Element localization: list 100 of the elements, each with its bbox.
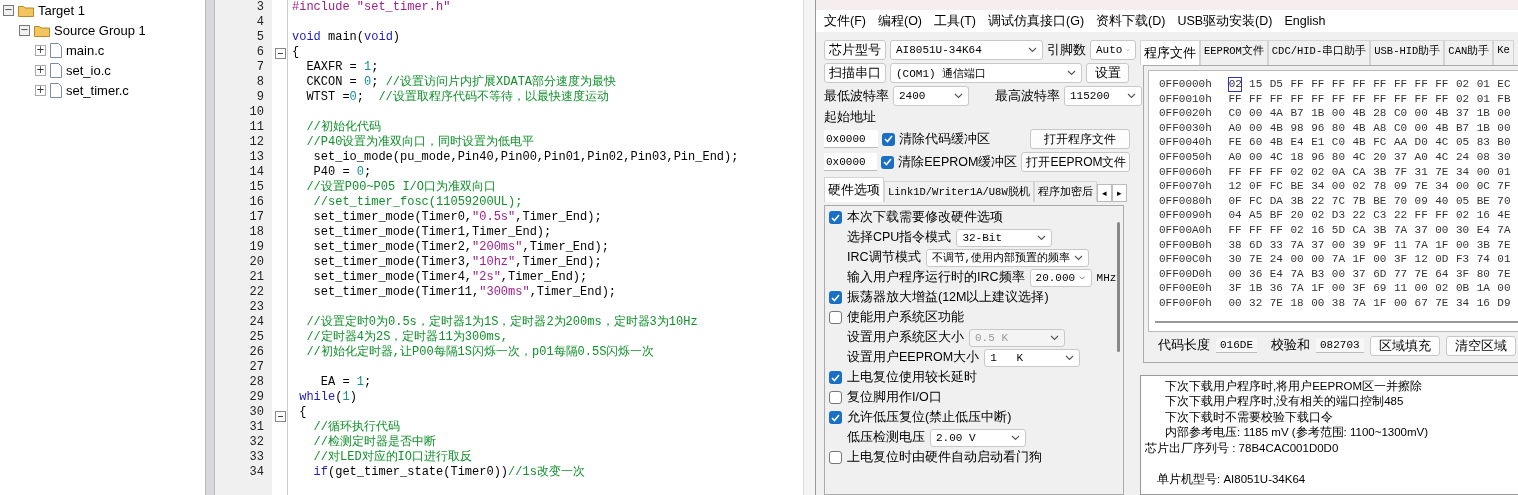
dropdown[interactable]: 2.00 V bbox=[930, 428, 1026, 447]
collapse-toggle[interactable]: − bbox=[19, 24, 30, 36]
checkbox[interactable] bbox=[829, 211, 842, 224]
hex-byte: 40 bbox=[1435, 193, 1450, 209]
hex-byte: 00 bbox=[1476, 164, 1491, 180]
log-line: 下次下载用户程序时,没有相关的端口控制485 bbox=[1165, 395, 1404, 407]
action-button[interactable]: 清空区域 bbox=[1445, 335, 1516, 356]
tab[interactable]: CAN助手 bbox=[1444, 40, 1494, 65]
chevron-down-icon bbox=[1037, 234, 1047, 241]
line-number: 23 bbox=[248, 300, 264, 315]
menu-item[interactable]: 文件(F) bbox=[824, 12, 866, 30]
hex-byte: BE bbox=[1290, 179, 1305, 194]
hex-byte: 7E bbox=[1269, 295, 1284, 311]
menu-item[interactable]: 资料下载(D) bbox=[1096, 12, 1166, 30]
hex-byte: 02 bbox=[1435, 281, 1450, 296]
dropdown[interactable]: Auto bbox=[1090, 40, 1136, 60]
option-label: 复位脚用作I/O口 bbox=[847, 389, 942, 406]
hex-byte: 1F bbox=[1435, 237, 1450, 253]
dropdown[interactable]: 2400 bbox=[893, 86, 969, 106]
tab[interactable]: CDC/HID-串口助手 bbox=[1267, 40, 1371, 65]
hex-byte: FF bbox=[1435, 91, 1450, 107]
hex-byte: FF bbox=[1393, 77, 1409, 92]
chip-model-button[interactable]: 芯片型号 bbox=[824, 40, 886, 60]
checkbox[interactable] bbox=[881, 155, 895, 169]
tab[interactable]: 程序文件 bbox=[1140, 40, 1200, 65]
menu-item[interactable]: USB驱动安装(D) bbox=[1177, 12, 1273, 30]
dropdown[interactable]: 115200 bbox=[1064, 86, 1142, 106]
hex-byte: 78 bbox=[1373, 179, 1388, 194]
checkbox[interactable] bbox=[829, 391, 842, 404]
scrollbar[interactable] bbox=[803, 0, 815, 495]
hex-byte: 05 bbox=[1455, 135, 1471, 150]
dropdown[interactable]: 1 K bbox=[984, 348, 1081, 367]
tab[interactable]: 硬件选项 bbox=[824, 177, 884, 202]
hex-byte: FF bbox=[1269, 222, 1284, 238]
hex-byte: FF bbox=[1249, 222, 1264, 238]
menu-item[interactable]: English bbox=[1284, 14, 1326, 28]
hex-byte: 38 bbox=[1331, 295, 1346, 311]
checkbox[interactable] bbox=[829, 451, 842, 464]
expand-toggle[interactable]: + bbox=[35, 44, 46, 56]
dropdown[interactable]: (COM1) 通信端口 bbox=[890, 63, 1082, 83]
dropdown[interactable]: 不调节,使用内部预置的频率 bbox=[925, 248, 1090, 267]
open-file-button[interactable]: 打开程序文件 bbox=[1030, 129, 1130, 149]
open-file-button[interactable]: 打开EEPROM文件 bbox=[1021, 152, 1130, 172]
tab[interactable]: EEPROM文件 bbox=[1200, 40, 1268, 65]
action-button[interactable]: 区域填充 bbox=[1369, 335, 1440, 356]
line-number: 6 bbox=[255, 45, 264, 60]
checkbox[interactable] bbox=[829, 411, 842, 424]
dropdown[interactable]: 32-Bit bbox=[956, 228, 1053, 247]
hex-byte: B7 bbox=[1290, 106, 1305, 121]
collapse-toggle[interactable]: − bbox=[3, 4, 14, 16]
address-field[interactable]: 0x0000 bbox=[824, 130, 878, 148]
hex-byte: 98 bbox=[1290, 120, 1305, 136]
hex-byte: FF bbox=[1373, 77, 1388, 92]
code-line: while(1) bbox=[298, 390, 357, 404]
code-line: WTST =0; //设置取程序代码不等待，以最快速度运动 bbox=[305, 90, 609, 104]
tab[interactable]: USB-HID助手 bbox=[1370, 40, 1445, 65]
code-line: set_timer_mode(Timer0,"0.5s",Timer_End); bbox=[312, 210, 602, 224]
scrollbar-thumb[interactable] bbox=[1117, 222, 1120, 352]
checkbox[interactable] bbox=[882, 132, 895, 146]
hex-byte: 37 bbox=[1311, 237, 1326, 253]
tree-item-label[interactable]: set_io.c bbox=[66, 62, 111, 78]
checkbox[interactable] bbox=[829, 311, 842, 324]
menu-item[interactable]: 工具(T) bbox=[934, 12, 976, 30]
dropdown[interactable]: AI8051U-34K64 bbox=[890, 40, 1043, 60]
tree-item-label[interactable]: main.c bbox=[66, 42, 105, 58]
checkbox[interactable] bbox=[829, 371, 842, 384]
tab[interactable]: Ke bbox=[1493, 40, 1514, 65]
hex-byte: FF bbox=[1228, 164, 1243, 180]
tab[interactable]: Link1D/Writer1A/U8W脱机 bbox=[884, 181, 1034, 202]
expand-toggle[interactable]: + bbox=[35, 84, 46, 96]
hex-byte: D3 bbox=[1331, 208, 1346, 223]
tab[interactable]: 程序加密后 bbox=[1033, 181, 1097, 202]
address-field[interactable]: 0x0000 bbox=[824, 153, 878, 171]
tree-item-label[interactable]: Target 1 bbox=[38, 2, 85, 18]
hex-byte: 3B bbox=[1476, 237, 1491, 253]
hex-byte: 30 bbox=[1455, 222, 1471, 238]
hex-byte: 1B bbox=[1311, 106, 1326, 121]
checkbox[interactable] bbox=[829, 291, 842, 304]
scrollbar-thumb[interactable] bbox=[1155, 320, 1518, 323]
hex-byte: 34 bbox=[1455, 164, 1471, 180]
line-number: 32 bbox=[248, 435, 264, 450]
hex-byte: 30 bbox=[1497, 149, 1512, 165]
scan-port-button[interactable]: 扫描串口 bbox=[824, 63, 886, 83]
hex-byte: 02 bbox=[1352, 179, 1367, 194]
tree-item-label[interactable]: Source Group 1 bbox=[54, 22, 146, 38]
dropdown[interactable]: 20.000 bbox=[1029, 268, 1092, 287]
settings-button[interactable]: 设置 bbox=[1086, 63, 1129, 83]
hex-address: 0FF0010h bbox=[1159, 91, 1213, 107]
menu-item[interactable]: 调试仿真接口(G) bbox=[988, 12, 1085, 30]
code-line: //对LED对应的IO口进行取反 bbox=[312, 450, 472, 464]
fold-toggle[interactable] bbox=[275, 48, 286, 59]
hex-byte: 00 bbox=[1414, 106, 1429, 121]
hex-byte: 60 bbox=[1249, 135, 1264, 150]
menu-item[interactable]: 编程(O) bbox=[877, 12, 923, 30]
hex-byte: AA bbox=[1393, 135, 1409, 150]
code-line: { bbox=[298, 405, 307, 419]
hex-byte: 24 bbox=[1269, 252, 1284, 267]
expand-toggle[interactable]: + bbox=[35, 64, 46, 76]
fold-toggle[interactable] bbox=[275, 411, 286, 422]
tree-item-label[interactable]: set_timer.c bbox=[66, 82, 129, 98]
